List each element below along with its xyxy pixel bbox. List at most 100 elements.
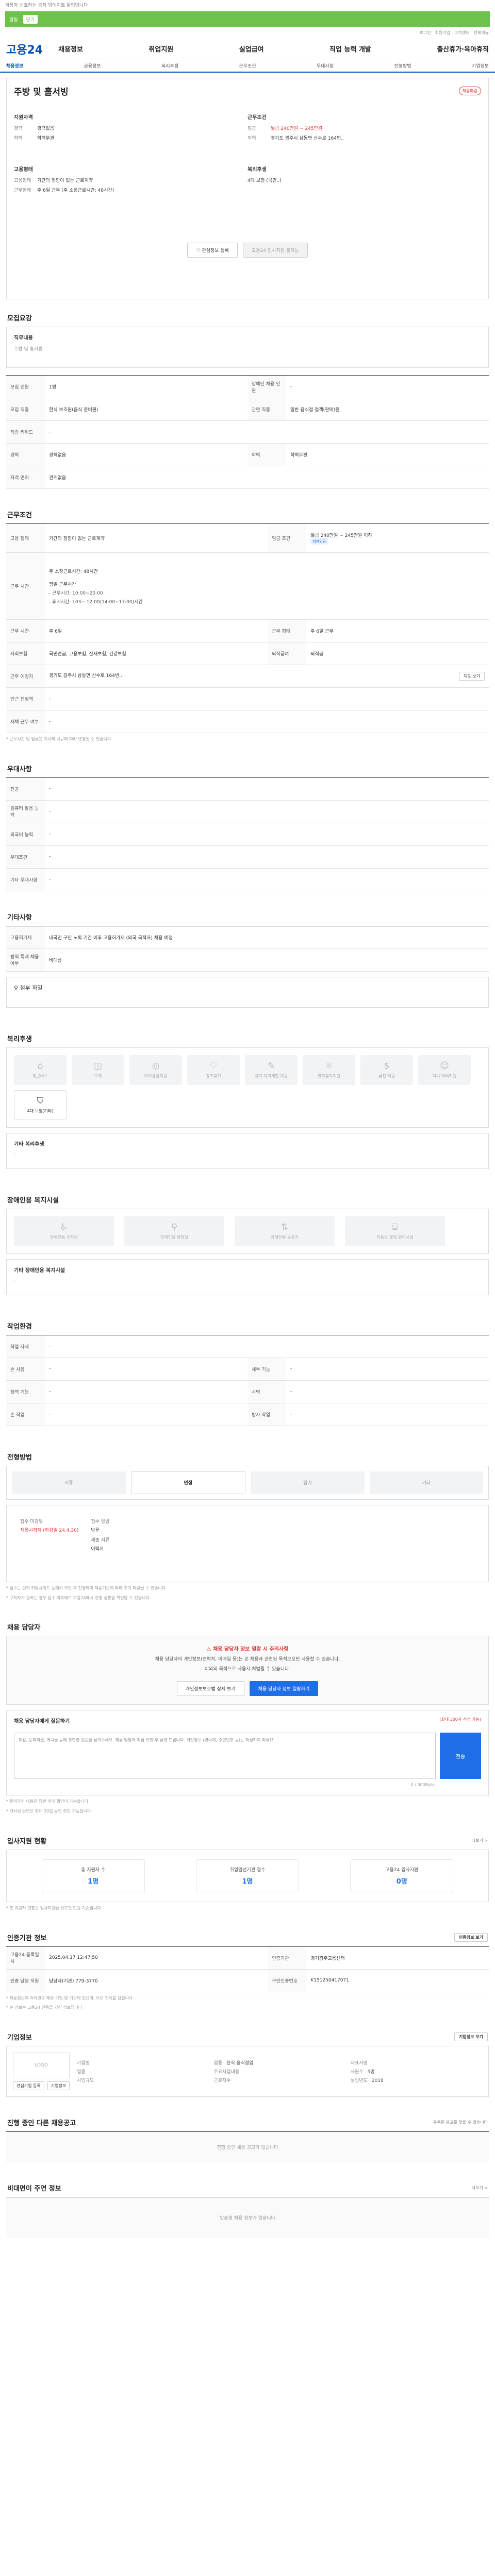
step-etc: 기타 [369,1471,483,1494]
send-button[interactable]: 전송 [440,1733,481,1780]
welfare-item-label: 여가생활지원 [144,1074,168,1079]
tab-welfare[interactable]: 복리후생 [161,62,178,69]
health-icon: ♡ [209,1061,218,1072]
favorite-button[interactable]: ♡ 관심정보 등록 [187,243,238,258]
cell: 국민연금, 고용보험, 산재보험, 건강보험 [45,642,268,665]
question-textarea[interactable]: 채용, 문제해결, 게시물 등에 관련한 질문을 남겨주세요. 채용 담당자 직… [14,1733,436,1780]
section-title: 인증기관 정보 [7,1934,47,1942]
gnb-training[interactable]: 직업 능력 개발 [329,44,371,54]
kv-key: 경력 [14,126,23,131]
other-jobs-section: 진행 중인 다른 채용공고 등록된 공고를 찾을 수 없습니다 진행 중인 채용 … [6,2117,489,2163]
cell: 퇴직급여 [268,642,307,665]
tab-pay[interactable]: 금융정보 [84,62,101,69]
map-button[interactable]: 지도 보기 [459,672,485,681]
notice-close-button[interactable]: 닫기 [23,14,38,24]
top-notice: 이용자 선호하는 공지 업데이트 알림입니다 [0,0,495,11]
clip-icon: ⚲ [14,984,20,991]
cell: 전공 [6,777,45,801]
facility-item-label: 장애인용 화장실 [160,1235,189,1240]
gnb-jobs[interactable]: 채용정보 [58,44,83,54]
privacy-detail-button[interactable]: 개인정보보호법 상세 보기 [176,1681,244,1697]
apply-button[interactable]: 고용24 입사지원 불가능 [242,243,308,258]
welfare-item: ☺ 자녀 학비지원 [418,1055,471,1085]
more-link[interactable]: 더보기 > [472,2185,488,2191]
cell: 방사 작업 [248,1403,286,1426]
more-link[interactable]: 더보기 > [472,1838,488,1843]
cell: - [45,823,489,846]
cell: - [286,1380,489,1403]
view-manager-button[interactable]: 채용 담당자 정보 열람하기 [249,1681,319,1697]
cell: 사회보험 [6,642,45,665]
insurance-icon: ⛉ [37,1096,44,1107]
facility-item: ⌸ 자동문 출입 편의시설 [345,1216,445,1246]
tab-prefer[interactable]: 우대사항 [317,62,334,69]
cell: 시력 [248,1380,286,1403]
welfare-item: ♡ 경조휴가 [187,1055,240,1085]
cell: - [45,710,489,733]
cell: 임금 조건 [268,523,307,553]
company-field-value: 2018 [371,2078,384,2084]
company-field: 대표자명 [351,2059,482,2066]
wage-pill: 최저임금 [310,538,328,545]
welfare-etc: 기타 복리후생 - [6,1132,489,1169]
kv-key: 임금 [248,126,256,131]
cert-info-button[interactable]: 인증정보 보기 [454,1933,488,1942]
info-table: 고용24 등록일시 2025.04.17 12:47:50 인증기관 경기광주고용센터… [6,1946,489,1992]
cell: - [45,868,489,891]
env-table: 작업 자세 - 손 사용 - 세부 기능 - 청력 기능 - 시력 - 손 작업 - 방사 작업 - [6,1334,489,1426]
facility-item-label: 장애인용 주차장 [50,1235,78,1240]
summary-key: 접수 방법 [91,1519,110,1524]
welfare-item-label: 자기 자기개발 지원 [255,1074,288,1079]
cell: 장애인 채용 인원 [248,375,286,398]
welfare-item: ⛉ 4대 보험(기타) [14,1090,67,1120]
cell: - [45,1403,248,1426]
kv-key: 지역 [248,136,256,141]
cell: 재택 근무 여부 [6,710,45,733]
stat-card: 총 지원자 수 1명 [41,1859,145,1892]
all-menu-link[interactable]: 전체메뉴 [474,30,489,36]
cell: - [286,1403,489,1426]
login-link[interactable]: 로그인 [420,30,431,36]
section-title: 기업정보 [7,2034,32,2042]
warn-text: 채용 담당자 정보 열람 시 주의사항 [213,1647,289,1653]
tab-conditions[interactable]: 근무조건 [239,62,256,69]
cell: 학력 [248,443,286,466]
cell: - [45,1358,248,1381]
tab-recruit[interactable]: 채용정보 [6,62,23,69]
company-field: 주요사업내용 [213,2068,345,2075]
status-badge: 채용마감 [458,87,481,95]
site-logo[interactable]: 고용24 [6,41,43,57]
kv-key: 근무형태 [14,188,31,193]
favorite-company-button[interactable]: 관심기업 등록 [13,2081,44,2091]
facility-item-label: 장애인용 승강기 [270,1235,299,1240]
cell: 컴퓨터 활용 능력 [6,800,45,823]
notice-banner: 알림 닫기 [5,11,490,27]
company-detail-button[interactable]: 기업정보 [47,2081,70,2091]
help-link[interactable]: 고객센터 [454,30,469,36]
section-title: 기타사항 [7,913,32,922]
gnb-benefit[interactable]: 실업급여 [239,44,264,54]
cell: 경력 [6,443,45,466]
facility-item: ♿ 장애인용 주차장 [14,1216,114,1246]
company-info-button[interactable]: 기업정보 보기 [454,2032,488,2042]
summary-key: 접수 마감일 [20,1519,43,1524]
gnb-support[interactable]: 취업지원 [148,44,173,54]
apply-note: * 본 지원자 현황은 입사지원을 완료한 인원 기준입니다 [6,1905,101,1910]
tab-process[interactable]: 전형방법 [394,62,411,69]
hours-value: 주 소정근로시간: 48시간 [49,569,98,574]
meal-icon: ◫ [93,1061,103,1072]
shift-line: - 휴게시간: 103~ 12:00(14:00~17:00)시간 [49,599,143,605]
cell: - [45,845,489,869]
join-link[interactable]: 회원가입 [435,30,450,36]
gnb-leave[interactable]: 출산휴가·육아휴직 [437,44,489,54]
tab-company[interactable]: 기업정보 [472,62,489,69]
facility-item: ⇅ 장애인용 승강기 [235,1216,335,1246]
company-logo: LOGO [13,2053,70,2079]
cell: 자격 면허 [6,466,45,489]
welfare-item: ◎ 여가생활지원 [129,1055,182,1085]
facility-item: ⚲ 장애인용 화장실 [124,1216,224,1246]
section-title: 전형방법 [7,1453,32,1462]
stat-card: 취업알선기관 접수 1명 [195,1859,299,1892]
cell: 2025.04.17 12:47:50 [45,1946,268,1970]
stat-value: 0명 [396,1877,407,1886]
